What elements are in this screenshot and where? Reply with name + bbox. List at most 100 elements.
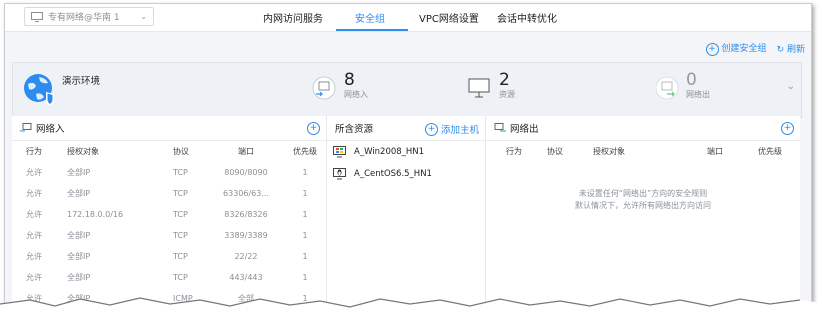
- col-priority: 优先级: [758, 147, 782, 156]
- inbound-panel: 网络入 + 行为 授权对象 协议 端口 优先级 允许 全部IP TCP 8090/80…: [12, 116, 327, 308]
- stat-inbound: 8 网络入: [344, 70, 368, 100]
- plus-circle-icon: +: [424, 122, 438, 136]
- table-cell: 全部IP: [67, 273, 91, 282]
- table-cell: 全部IP: [67, 252, 91, 261]
- table-cell: TCP: [173, 168, 188, 177]
- region-select[interactable]: 专有网络@华南 1 ⌄: [24, 7, 154, 26]
- add-outbound-rule-button[interactable]: +: [781, 122, 794, 135]
- table-cell: 1: [302, 231, 308, 240]
- torn-edge: [0, 297, 822, 330]
- table-cell: 172.18.0.0/16: [67, 210, 124, 219]
- environment-summary[interactable]: 演示环境 8 网络入 2 资源 0 网络出 ⌄: [12, 62, 802, 118]
- table-row[interactable]: 允许 全部IP TCP 8090/8090 1: [12, 162, 326, 183]
- outbound-table-header: 行为 协议 授权对象 端口 优先级: [486, 141, 800, 162]
- col-target: 授权对象: [67, 147, 99, 156]
- table-row[interactable]: 允许 全部IP TCP 443/443 1: [12, 267, 326, 288]
- host-name: A_CentOS6.5_HN1: [354, 169, 432, 179]
- table-cell: 63306/63...: [223, 189, 269, 198]
- add-inbound-rule-button[interactable]: +: [307, 122, 320, 135]
- col-priority: 优先级: [293, 147, 317, 156]
- table-cell: 允许: [26, 168, 42, 177]
- table-row[interactable]: 允许 172.18.0.0/16 TCP 8326/8326 1: [12, 204, 326, 225]
- host-item[interactable]: A_Win2008_HN1: [327, 141, 485, 163]
- col-port: 端口: [707, 147, 723, 156]
- col-protocol: 协议: [547, 147, 563, 156]
- inbound-network-icon: [312, 76, 336, 100]
- window-frame: 专有网络@华南 1 ⌄ 内网访问服务 安全组 VPC网络设置 会话中转优化 + 创…: [4, 3, 812, 309]
- monitor-icon: [31, 11, 43, 22]
- outbound-network-icon: [655, 76, 679, 100]
- table-cell: 3389/3389: [224, 231, 268, 240]
- outbound-header: 网络出 +: [486, 116, 800, 141]
- table-cell: TCP: [173, 210, 188, 219]
- resources-title: 所含资源: [335, 124, 374, 135]
- table-cell: 8090/8090: [224, 168, 268, 177]
- table-cell: 22/22: [234, 252, 258, 261]
- environment-name: 演示环境: [62, 76, 101, 87]
- active-tab-indicator: [336, 29, 408, 31]
- col-port: 端口: [238, 147, 254, 156]
- inbound-header: 网络入 +: [12, 116, 326, 141]
- table-cell: 全部IP: [67, 189, 91, 198]
- table-cell: 1: [302, 273, 308, 282]
- table-cell: 允许: [26, 273, 42, 282]
- table-row[interactable]: 允许 全部IP TCP 63306/63... 1: [12, 183, 326, 204]
- col-action: 行为: [506, 147, 522, 156]
- add-host-label: 添加主机: [440, 125, 479, 136]
- create-label: 创建安全组: [721, 44, 767, 54]
- table-cell: TCP: [173, 231, 188, 240]
- tab-intranet-access[interactable]: 内网访问服务: [263, 10, 323, 25]
- inbound-rule-icon: [20, 123, 32, 132]
- linux-icon: [333, 168, 346, 180]
- refresh-button[interactable]: ↻ 刷新: [777, 42, 805, 55]
- inbound-title: 网络入: [36, 124, 65, 135]
- table-cell: 允许: [26, 231, 42, 240]
- table-cell: 全部IP: [67, 168, 91, 177]
- top-bar: 专有网络@华南 1 ⌄ 内网访问服务 安全组 VPC网络设置 会话中转优化: [5, 4, 811, 32]
- empty-line-2: 默认情况下，允许所有网络出方向访问: [575, 201, 711, 210]
- stat-inbound-label: 网络入: [344, 90, 368, 99]
- inbound-table: 行为 授权对象 协议 端口 优先级 允许 全部IP TCP 8090/8090 1 允许全…: [12, 141, 326, 308]
- table-cell: 8326/8326: [224, 210, 268, 219]
- stat-inbound-value: 8: [344, 70, 355, 90]
- windows-icon: [333, 146, 346, 158]
- table-row[interactable]: 允许 全部IP TCP 3389/3389 1: [12, 225, 326, 246]
- col-target: 授权对象: [593, 147, 625, 156]
- create-security-group-button[interactable]: + 创建安全组: [705, 41, 767, 56]
- globe-shield-icon: [24, 74, 54, 106]
- table-cell: 允许: [26, 189, 42, 198]
- tab-security-group[interactable]: 安全组: [355, 10, 385, 25]
- region-value: 专有网络@华南 1: [48, 13, 120, 23]
- host-name: A_Win2008_HN1: [354, 147, 425, 157]
- plus-circle-icon: +: [705, 43, 719, 56]
- outbound-rule-icon: [494, 123, 506, 132]
- col-action: 行为: [26, 147, 42, 156]
- table-cell: TCP: [173, 273, 188, 282]
- add-host-button[interactable]: + 添加主机: [424, 122, 479, 136]
- expand-chevron-icon[interactable]: ⌄: [787, 81, 795, 92]
- table-cell: 1: [302, 189, 308, 198]
- outbound-panel: 网络出 + 行为 协议 授权对象 端口 优先级 未设置任何“网络出”方向的安全规…: [486, 116, 800, 308]
- table-cell: 1: [302, 210, 308, 219]
- refresh-label: 刷新: [786, 45, 805, 55]
- chevron-down-icon: ⌄: [140, 12, 147, 21]
- host-item[interactable]: A_CentOS6.5_HN1: [327, 163, 485, 185]
- stat-resources-value: 2: [499, 70, 510, 90]
- table-cell: 1: [302, 168, 308, 177]
- empty-line-1: 未设置任何“网络出”方向的安全规则: [578, 189, 708, 198]
- stat-resources-label: 资源: [499, 90, 515, 99]
- stat-outbound: 0 网络出: [686, 70, 710, 100]
- tab-session-relay[interactable]: 会话中转优化: [497, 10, 557, 25]
- action-bar: + 创建安全组 ↻ 刷新: [705, 41, 805, 56]
- table-cell: 全部IP: [67, 231, 91, 240]
- stat-resources: 2 资源: [499, 70, 515, 100]
- col-protocol: 协议: [173, 147, 189, 156]
- refresh-icon: ↻: [776, 45, 785, 55]
- tab-vpc-settings[interactable]: VPC网络设置: [419, 10, 479, 25]
- resources-header: 所含资源 + 添加主机: [327, 116, 485, 141]
- table-cell: 允许: [26, 210, 42, 219]
- inbound-table-header: 行为 授权对象 协议 端口 优先级: [12, 141, 326, 162]
- table-row[interactable]: 允许 全部IP TCP 22/22 1: [12, 246, 326, 267]
- table-cell: TCP: [173, 252, 188, 261]
- table-cell: 443/443: [229, 273, 263, 282]
